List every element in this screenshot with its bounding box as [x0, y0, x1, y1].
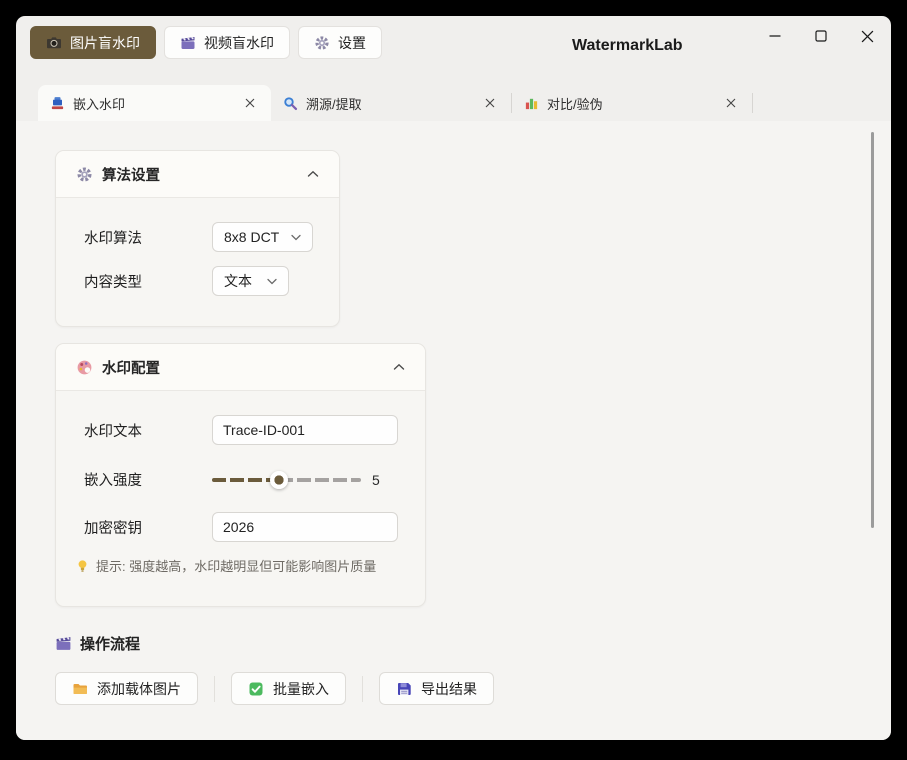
folder-icon [72, 681, 88, 697]
batch-embed-button[interactable]: 批量嵌入 [231, 672, 346, 705]
magnifier-icon [283, 96, 298, 111]
chevron-up-icon[interactable] [393, 363, 405, 371]
watermark-config-card: 水印配置 水印文本 嵌入强度 5 [55, 343, 426, 607]
tab-trace-extract[interactable]: 溯源/提取 [271, 85, 511, 121]
tab-embed-watermark[interactable]: 嵌入水印 [38, 85, 271, 121]
chevron-down-icon [291, 234, 301, 241]
tab-close-icon[interactable] [241, 94, 259, 112]
check-square-icon [248, 681, 264, 697]
window-controls [767, 28, 875, 44]
workflow-title-text: 操作流程 [80, 633, 140, 654]
algorithm-card-header[interactable]: 算法设置 [56, 151, 339, 198]
camera-icon [46, 35, 62, 51]
gear-icon [314, 35, 330, 51]
encryption-key-label: 加密密钥 [84, 517, 212, 538]
nav-label: 图片盲水印 [70, 33, 140, 53]
add-carrier-image-button[interactable]: 添加载体图片 [55, 672, 198, 705]
palette-icon [76, 359, 93, 376]
maximize-icon[interactable] [813, 28, 829, 44]
action-label: 导出结果 [421, 679, 477, 699]
slider-thumb[interactable] [270, 471, 288, 489]
stamp-icon [50, 96, 65, 111]
minimize-icon[interactable] [767, 28, 783, 44]
select-value: 文本 [224, 271, 252, 291]
tab-separator [752, 93, 753, 113]
tab-bar: 嵌入水印 溯源/提取 对比/验伪 [38, 85, 891, 121]
tab-label: 对比/验伪 [547, 94, 603, 113]
action-label: 批量嵌入 [273, 679, 329, 699]
action-label: 添加载体图片 [97, 679, 181, 699]
watermark-algorithm-select[interactable]: 8x8 DCT [212, 222, 313, 252]
nav-image-watermark-button[interactable]: 图片盲水印 [30, 26, 156, 59]
tab-close-icon[interactable] [722, 94, 740, 112]
card-title: 水印配置 [102, 357, 384, 378]
watermark-text-label: 水印文本 [84, 420, 212, 441]
app-title: WatermarkLab [572, 37, 683, 55]
nav-video-watermark-button[interactable]: 视频盲水印 [164, 26, 290, 59]
select-value: 8x8 DCT [224, 229, 279, 245]
content-type-select[interactable]: 文本 [212, 266, 289, 296]
algorithm-label: 水印算法 [84, 227, 212, 248]
app-window: 图片盲水印 视频盲水印 设置 WatermarkLab [16, 16, 891, 740]
card-title: 算法设置 [102, 164, 298, 185]
slider-track-rest [279, 478, 361, 482]
embed-tab-panel: 算法设置 水印算法 8x8 DCT 内容类型 [16, 121, 891, 740]
content-type-label: 内容类型 [84, 271, 212, 292]
workflow-section-title: 操作流程 [55, 633, 140, 654]
chevron-up-icon[interactable] [307, 170, 319, 178]
encryption-key-input[interactable] [212, 512, 398, 542]
nav-settings-button[interactable]: 设置 [298, 26, 382, 59]
clapperboard-icon [55, 635, 72, 652]
tab-close-icon[interactable] [481, 94, 499, 112]
action-separator [362, 676, 363, 702]
watermark-card-header[interactable]: 水印配置 [56, 344, 425, 391]
gear-icon [76, 166, 93, 183]
tip-text: 提示: 强度越高，水印越明显但可能影响图片质量 [96, 556, 376, 575]
clapperboard-icon [180, 35, 196, 51]
tab-label: 嵌入水印 [73, 94, 125, 113]
title-bar: 图片盲水印 视频盲水印 设置 WatermarkLab [16, 16, 891, 85]
export-results-button[interactable]: 导出结果 [379, 672, 494, 705]
embed-strength-slider[interactable] [212, 471, 361, 489]
vertical-scrollbar[interactable] [871, 132, 874, 528]
workflow-actions: 添加载体图片 批量嵌入 导出结果 [55, 672, 494, 705]
embed-strength-label: 嵌入强度 [84, 469, 212, 490]
slider-track-filled [212, 478, 279, 482]
lightbulb-icon [76, 559, 89, 573]
algorithm-settings-card: 算法设置 水印算法 8x8 DCT 内容类型 [55, 150, 340, 327]
watermark-text-input[interactable] [212, 415, 398, 445]
close-icon[interactable] [859, 28, 875, 44]
tab-compare-verify[interactable]: 对比/验伪 [512, 85, 752, 121]
floppy-icon [396, 681, 412, 697]
nav-label: 设置 [338, 33, 366, 53]
chevron-down-icon [267, 278, 277, 285]
strength-tip: 提示: 强度越高，水印越明显但可能影响图片质量 [76, 556, 425, 591]
nav-label: 视频盲水印 [204, 33, 274, 53]
strength-value: 5 [372, 472, 380, 488]
bar-chart-icon [524, 96, 539, 111]
action-separator [214, 676, 215, 702]
main-nav: 图片盲水印 视频盲水印 设置 [30, 26, 382, 59]
tab-label: 溯源/提取 [306, 94, 362, 113]
